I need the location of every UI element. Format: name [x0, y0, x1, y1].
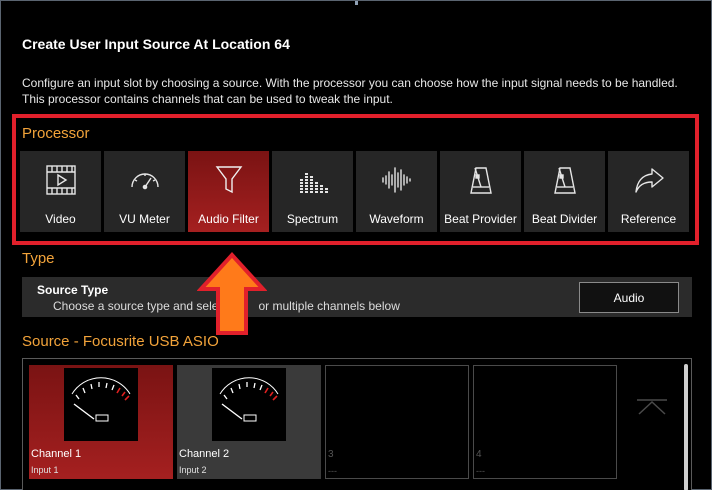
- channel-tile-2[interactable]: Channel 2 Input 2: [177, 365, 321, 479]
- scrollbar[interactable]: [684, 364, 688, 490]
- channel-input: ---: [328, 466, 337, 476]
- window-top-accent: [355, 1, 358, 5]
- source-type-audio-button[interactable]: Audio: [579, 282, 679, 313]
- source-channel-panel: Channel 1 Input 1 Channel 2 Input 2 3 --…: [22, 358, 692, 490]
- channel-tile-3[interactable]: 3 ---: [325, 365, 469, 479]
- up-arrow-annotation-icon: [197, 252, 267, 335]
- channel-number: 3: [328, 449, 334, 460]
- processor-highlight-annotation: [12, 114, 699, 245]
- channel-input: Input 2: [179, 465, 207, 475]
- scroll-up-icon[interactable]: [637, 399, 667, 415]
- type-heading: Type: [22, 250, 55, 267]
- channel-input: Input 1: [31, 465, 59, 475]
- source-type-row: Source Type Choose a source type and sel…: [22, 277, 692, 317]
- dialog-description: Configure an input slot by choosing a so…: [22, 76, 678, 106]
- channel-input: ---: [476, 466, 485, 476]
- channel-name: Channel 2: [179, 448, 230, 460]
- source-type-description-end: or multiple channels below: [258, 299, 400, 313]
- source-heading: Source - Focusrite USB ASIO: [22, 333, 219, 350]
- vu-meter-icon: [212, 368, 286, 441]
- dialog-window: Create User Input Source At Location 64 …: [0, 0, 712, 490]
- channel-tile-1[interactable]: Channel 1 Input 1: [29, 365, 173, 479]
- source-type-description-start: Choose a source type and sele: [53, 299, 219, 313]
- channel-number: 4: [476, 449, 482, 460]
- channel-name: Channel 1: [31, 448, 82, 460]
- dialog-title: Create User Input Source At Location 64: [22, 36, 290, 52]
- source-type-title: Source Type: [37, 283, 109, 297]
- vu-meter-icon: [64, 368, 138, 441]
- channel-tile-4[interactable]: 4 ---: [473, 365, 617, 479]
